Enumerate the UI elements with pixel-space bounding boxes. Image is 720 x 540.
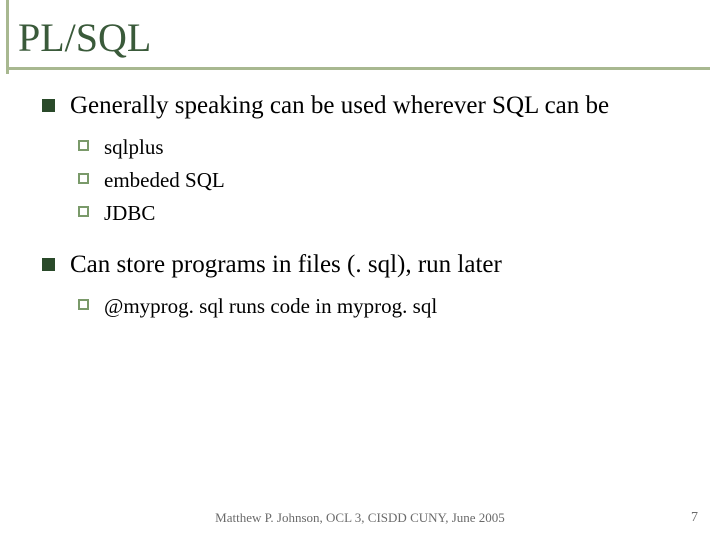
sub-list: @myprog. sql runs code in myprog. sql	[70, 293, 684, 320]
bullet-text: Can store programs in files (. sql), run…	[70, 251, 502, 278]
list-item: Generally speaking can be used wherever …	[36, 90, 684, 227]
slide-footer: Matthew P. Johnson, OCL 3, CISDD CUNY, J…	[0, 510, 720, 526]
title-block: PL/SQL	[0, 0, 720, 61]
list-item: sqlplus	[70, 134, 684, 161]
page-number: 7	[691, 510, 698, 526]
slide-content: Generally speaking can be used wherever …	[0, 70, 720, 320]
sub-bullet-text: embeded SQL	[104, 168, 225, 192]
list-item: embeded SQL	[70, 167, 684, 194]
sub-list: sqlplus embeded SQL JDBC	[70, 134, 684, 227]
sub-bullet-text: @myprog. sql runs code in myprog. sql	[104, 294, 437, 318]
title-accent-vertical	[6, 0, 9, 74]
list-item: Can store programs in files (. sql), run…	[36, 249, 684, 320]
bullet-list: Generally speaking can be used wherever …	[36, 90, 684, 320]
bullet-text: Generally speaking can be used wherever …	[70, 92, 609, 119]
list-item: JDBC	[70, 200, 684, 227]
sub-bullet-text: JDBC	[104, 201, 155, 225]
slide-title: PL/SQL	[18, 14, 720, 61]
list-item: @myprog. sql runs code in myprog. sql	[70, 293, 684, 320]
sub-bullet-text: sqlplus	[104, 135, 164, 159]
